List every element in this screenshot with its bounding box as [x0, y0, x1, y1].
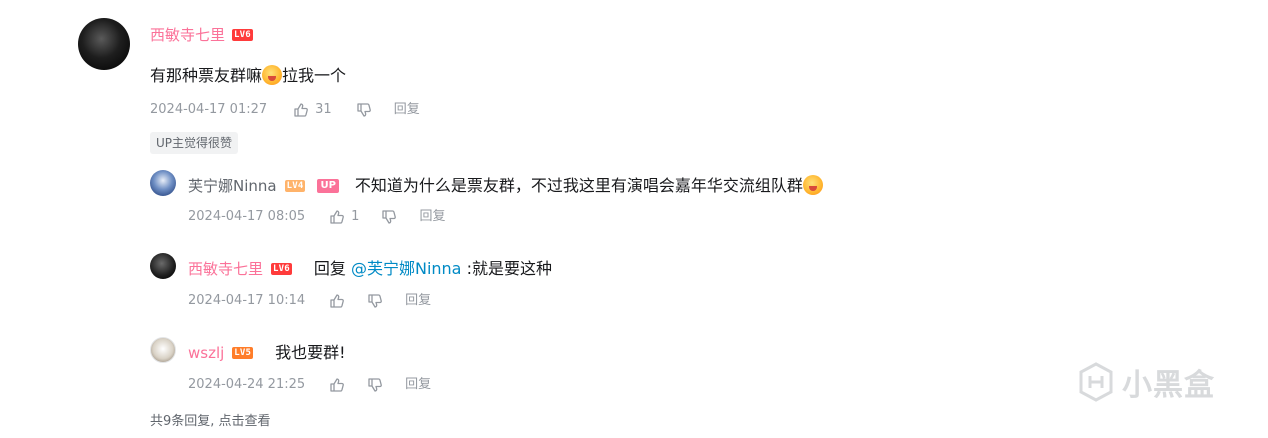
emoji-happy-icon [802, 175, 823, 195]
avatar[interactable] [150, 170, 176, 196]
thumb-down-icon [356, 102, 372, 118]
dislike-button[interactable] [381, 209, 397, 225]
like-count: 1 [351, 209, 360, 224]
thumb-up-icon [329, 293, 345, 309]
emoji-shocked-icon [262, 65, 283, 85]
mention-link[interactable]: @芙宁娜Ninna [351, 259, 462, 278]
watermark: 小黑盒 [1078, 360, 1215, 404]
like-button[interactable]: 1 [329, 209, 359, 225]
reply-content: 不知道为什么是票友群，不过我这里有演唱会嘉年华交流组队群 [355, 175, 823, 196]
username[interactable]: 西敏寺七里 [150, 26, 225, 44]
reply-date: 2024-04-24 21:25 [188, 377, 306, 392]
thumb-down-icon [367, 377, 383, 393]
watermark-text: 小黑盒 [1122, 368, 1215, 403]
dislike-button[interactable] [367, 293, 383, 309]
like-count: 31 [315, 102, 332, 117]
thumb-down-icon [367, 293, 383, 309]
avatar[interactable] [78, 18, 130, 70]
level-badge: LV5 [232, 347, 254, 359]
level-badge: LV6 [232, 29, 253, 41]
like-button[interactable] [329, 293, 345, 309]
dislike-button[interactable] [367, 377, 383, 393]
reply-button[interactable]: 回复 [405, 377, 431, 393]
username[interactable]: wszlj [188, 344, 224, 362]
thumb-up-icon [329, 209, 345, 225]
comment-date: 2024-04-17 01:27 [150, 102, 268, 117]
dislike-button[interactable] [356, 102, 372, 118]
up-liked-tag: UP主觉得很赞 [150, 132, 239, 154]
up-badge: UP [317, 178, 339, 193]
view-more-replies-link[interactable]: 共9条回复, 点击查看 [150, 410, 271, 429]
reply-content: 回复 @芙宁娜Ninna :就是要这种 [313, 259, 552, 278]
avatar[interactable] [150, 253, 176, 279]
comment-content: 有那种票友群嘛 拉我一个 [150, 65, 347, 85]
username[interactable]: 芙宁娜Ninna [188, 177, 277, 195]
like-button[interactable]: 31 [293, 102, 332, 118]
reply-date: 2024-04-17 10:14 [188, 293, 306, 308]
thumb-up-icon [329, 377, 345, 393]
level-badge: LV6 [271, 263, 292, 275]
reply-date: 2024-04-17 08:05 [188, 209, 306, 224]
reply-button[interactable]: 回复 [419, 209, 445, 225]
avatar[interactable] [150, 337, 176, 363]
like-button[interactable] [329, 377, 345, 393]
reply-content: 我也要群! [275, 343, 346, 362]
level-badge: LV4 [284, 179, 306, 192]
reply-button[interactable]: 回复 [394, 102, 420, 118]
username[interactable]: 西敏寺七里 [188, 260, 263, 278]
heybox-logo-icon [1078, 362, 1114, 402]
thumb-down-icon [381, 209, 397, 225]
reply-button[interactable]: 回复 [405, 293, 431, 309]
thumb-up-icon [293, 102, 309, 118]
